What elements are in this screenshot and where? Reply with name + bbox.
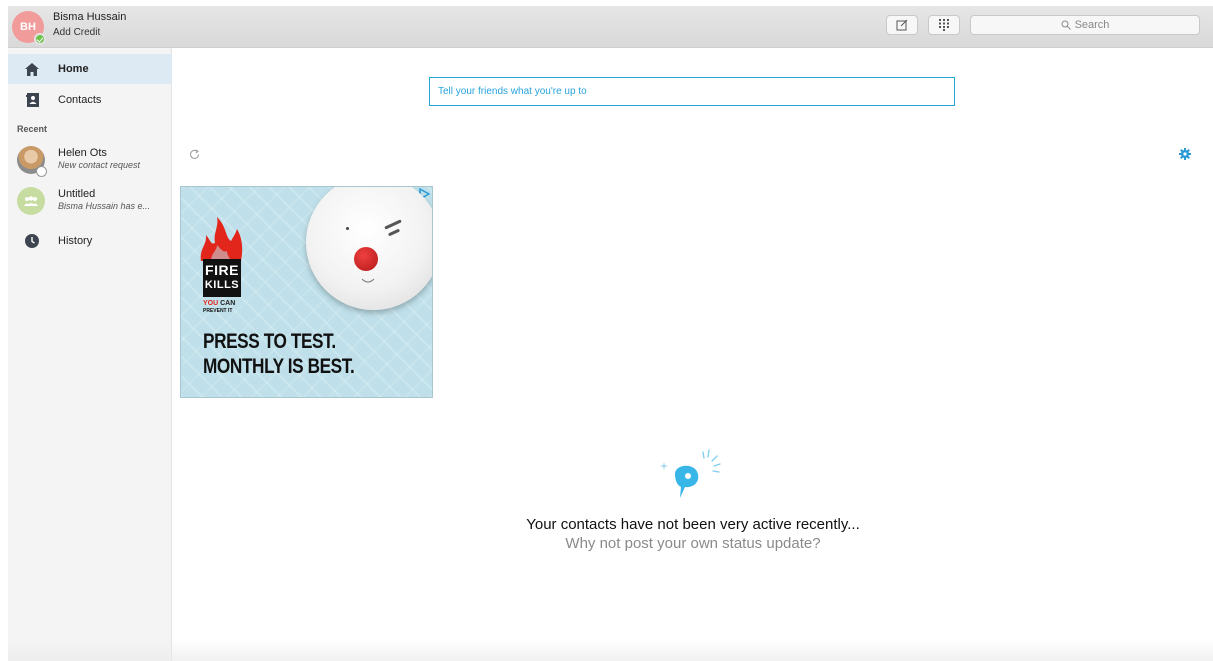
- status-input[interactable]: [429, 77, 955, 106]
- search-box[interactable]: Search: [970, 15, 1200, 35]
- sidebar-item-label: Home: [58, 63, 89, 75]
- ad-slogan: YOU CAN: [203, 300, 236, 307]
- recent-subtitle: New contact request: [58, 160, 141, 170]
- recent-subtitle: Bisma Hussain has e...: [58, 201, 151, 211]
- empty-state-subtitle: Why not post your own status update?: [565, 535, 821, 552]
- search-icon: [1061, 20, 1071, 30]
- advertisement-banner[interactable]: FIRE KILLS YOU CAN PREVENT IT PRESS TO T…: [180, 186, 433, 398]
- user-name[interactable]: Bisma Hussain: [53, 11, 126, 23]
- recent-item-untitled[interactable]: Untitled Bisma Hussain has e...: [8, 183, 172, 221]
- user-initials: BH: [20, 21, 36, 33]
- recent-heading: Recent: [17, 124, 48, 134]
- speech-bubble-icon: [660, 449, 721, 498]
- gear-icon: [1179, 148, 1191, 160]
- app-window: BH Bisma Hussain Add Credit Search Home …: [8, 6, 1213, 661]
- contacts-icon: [24, 92, 40, 108]
- compose-button[interactable]: [886, 15, 918, 35]
- fire-kills-logo: FIRE KILLS: [203, 259, 241, 297]
- online-status-icon: [34, 33, 46, 45]
- sidebar-item-label: Contacts: [58, 94, 102, 106]
- refresh-icon: [190, 149, 199, 159]
- group-icon: [24, 196, 38, 206]
- recent-item-helen-ots[interactable]: Helen Ots New contact request: [8, 142, 172, 180]
- dialpad-button[interactable]: [928, 15, 960, 35]
- sidebar-item-contacts[interactable]: Contacts: [8, 85, 172, 115]
- title-bar: BH Bisma Hussain Add Credit Search: [8, 6, 1213, 48]
- sidebar: Home Contacts Recent Helen Ots New conta…: [8, 48, 172, 661]
- pending-request-icon: [36, 166, 47, 177]
- recent-title: Helen Ots: [58, 147, 107, 159]
- sidebar-item-history[interactable]: History: [8, 226, 172, 256]
- clock-icon: [24, 233, 40, 249]
- group-avatar: [17, 187, 45, 215]
- ad-slogan-sub: PREVENT IT: [203, 308, 233, 314]
- empty-state-title: Your contacts have not been very active …: [526, 516, 860, 533]
- refresh-button[interactable]: [189, 147, 200, 165]
- dialpad-icon: [939, 19, 949, 31]
- flame-icon: [200, 217, 243, 261]
- search-placeholder: Search: [1074, 19, 1110, 31]
- sidebar-item-label: History: [58, 235, 93, 247]
- compose-icon: [896, 19, 908, 31]
- sidebar-item-home[interactable]: Home: [8, 54, 172, 84]
- feed-settings-button[interactable]: [1179, 147, 1191, 165]
- add-credit-link[interactable]: Add Credit: [53, 27, 100, 38]
- home-feed: FIRE KILLS YOU CAN PREVENT IT PRESS TO T…: [173, 48, 1213, 661]
- home-icon: [24, 61, 40, 77]
- ad-headline: PRESS TO TEST. MONTHLY IS BEST.: [203, 330, 355, 378]
- recent-title: Untitled: [58, 188, 96, 200]
